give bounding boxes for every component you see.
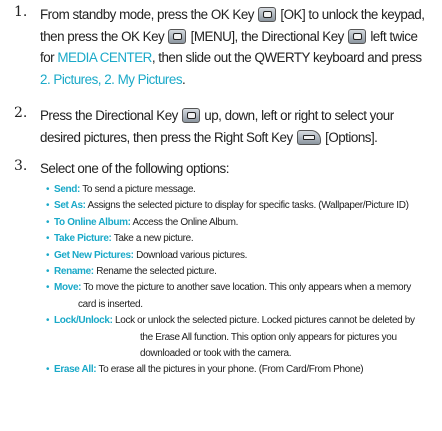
menu-path-highlight: MEDIA CENTER [57, 50, 152, 65]
step-number: 1. [14, 4, 28, 20]
option-description-continued: downloaded or took with the camera. [140, 348, 292, 360]
option-label: Take Picture: [54, 233, 112, 245]
option-label: Erase All: [54, 364, 97, 376]
option-label: To Online Album: [54, 216, 131, 228]
step-text: From standby mode, press the OK Key [OK]… [40, 7, 425, 87]
option-item: Lock/Unlock: Lock or unlock the selected… [46, 313, 438, 362]
option-label: Set As: [54, 200, 86, 212]
option-item: To Online Album: Access the Online Album… [46, 215, 438, 232]
option-description: To erase all the pictures in your phone.… [96, 364, 364, 376]
option-label: Move: [54, 282, 82, 294]
right-soft-key-icon [296, 129, 321, 145]
option-item: Get New Pictures: Download various pictu… [46, 248, 438, 265]
ok-key-icon [168, 28, 187, 44]
option-description: Rename the selected picture. [93, 266, 217, 278]
option-item: Take Picture: Take a new picture. [46, 231, 438, 248]
option-description-continued: card is inserted. [78, 298, 143, 310]
ok-key-icon [258, 7, 277, 22]
option-item: Move: To move the picture to another sav… [46, 280, 438, 313]
option-description: Assigns the selected picture to display … [85, 200, 409, 212]
option-description: Access the Online Album. [130, 216, 239, 228]
option-item: Rename: Rename the selected picture. [46, 264, 438, 281]
option-item: Erase All: To erase all the pictures in … [46, 362, 438, 379]
menu-path-highlight: 2. Pictures, 2. My Pictures [40, 71, 183, 87]
option-description-continued: the Erase All function. This option only… [140, 331, 397, 343]
option-label: Lock/Unlock: [54, 315, 113, 327]
option-item: Set As: Assigns the selected picture to … [46, 198, 438, 215]
option-description: Lock or unlock the selected picture. Loc… [112, 315, 415, 327]
directional-key-icon [182, 108, 201, 123]
step-number: 3. [14, 158, 28, 174]
step-text: Select one of the following options: [40, 161, 229, 176]
option-description: To send a picture message. [80, 184, 196, 195]
option-description: Download various pictures. [133, 249, 248, 261]
options-list: Send: To send a picture message.Set As: … [46, 182, 438, 379]
option-description: To move the picture to another save loca… [81, 282, 411, 294]
option-label: Rename: [54, 266, 94, 278]
directional-key-icon [348, 28, 367, 44]
step-text: Press the Directional Key up, down, left… [40, 108, 394, 145]
option-label: Get New Pictures: [54, 249, 134, 261]
option-description: Take a new picture. [111, 233, 194, 245]
option-label: Send: [54, 184, 81, 195]
step-number: 2. [14, 105, 28, 121]
option-item: Send: To send a picture message. [46, 182, 438, 199]
